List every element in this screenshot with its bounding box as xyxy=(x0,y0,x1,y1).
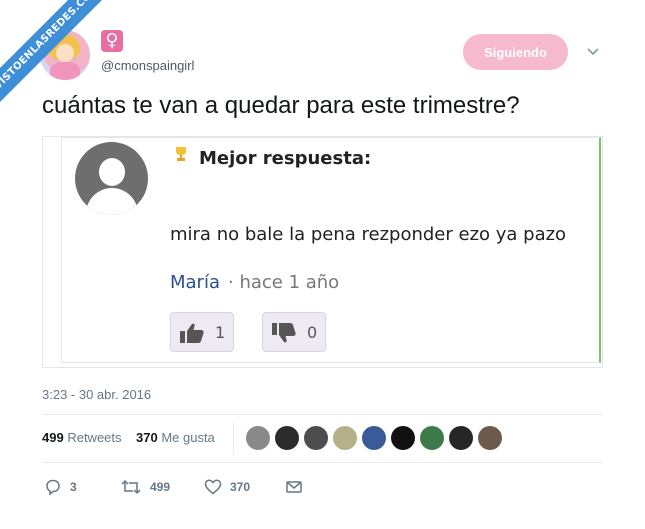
like-button[interactable]: 370 xyxy=(204,477,250,497)
heart-icon xyxy=(204,479,222,495)
trophy-icon xyxy=(176,147,186,161)
liker-avatar[interactable] xyxy=(304,426,328,450)
liker-avatar[interactable] xyxy=(449,426,473,450)
liker-avatar[interactable] xyxy=(362,426,386,450)
best-answer-label: Mejor respuesta: xyxy=(199,148,372,169)
reply-icon xyxy=(46,479,60,496)
answer-time: · hace 1 año xyxy=(228,272,340,293)
stats-separator xyxy=(233,422,234,454)
likes-count[interactable]: 370 xyxy=(136,430,158,445)
liker-avatar[interactable] xyxy=(275,426,299,450)
thumbs-up-icon xyxy=(180,323,204,343)
envelope-icon xyxy=(286,481,302,493)
reply-count: 3 xyxy=(70,480,77,494)
retweet-icon xyxy=(121,479,141,495)
likes-label[interactable]: Me gusta xyxy=(161,430,214,445)
thumbs-down-button: 0 xyxy=(262,312,326,352)
answer-text: mira no bale la pena rezponder ezo ya pa… xyxy=(170,224,567,245)
liker-avatar[interactable] xyxy=(420,426,444,450)
liker-avatar[interactable] xyxy=(333,426,357,450)
reply-button[interactable]: 3 xyxy=(44,477,77,497)
user-placeholder-icon xyxy=(75,142,148,215)
likers-avatars xyxy=(246,426,502,450)
retweet-button[interactable]: 499 xyxy=(120,477,170,497)
message-button[interactable] xyxy=(285,477,303,497)
retweet-action-count: 499 xyxy=(150,480,171,494)
thumbs-up-count: 1 xyxy=(215,323,226,342)
watermark-text: VISTOENLASREDES.COM xyxy=(0,0,116,107)
tweet-actions: 3 499 370 xyxy=(42,477,322,497)
tweet-stats: 499 Retweets 370 Me gusta xyxy=(42,430,215,445)
tweet-timestamp[interactable]: 3:23 - 30 abr. 2016 xyxy=(42,387,151,402)
divider xyxy=(42,414,603,415)
divider xyxy=(42,462,603,463)
chevron-down-icon[interactable] xyxy=(585,44,601,60)
answer-author: María xyxy=(170,272,220,293)
answer-card: Mejor respuesta: mira no bale la pena re… xyxy=(61,137,601,363)
liker-avatar[interactable] xyxy=(246,426,270,450)
thumbs-down-count: 0 xyxy=(307,323,318,342)
retweets-count[interactable]: 499 xyxy=(42,430,64,445)
like-action-count: 370 xyxy=(230,480,251,494)
thumbs-down-icon xyxy=(272,323,296,343)
liker-avatar[interactable] xyxy=(478,426,502,450)
embedded-image[interactable]: Mejor respuesta: mira no bale la pena re… xyxy=(42,136,603,368)
liker-avatar[interactable] xyxy=(391,426,415,450)
watermark-ribbon: VISTOENLASREDES.COM xyxy=(0,0,120,120)
retweets-label[interactable]: Retweets xyxy=(67,430,121,445)
following-button[interactable]: Siguiendo xyxy=(463,34,568,70)
thumbs-up-button: 1 xyxy=(170,312,234,352)
